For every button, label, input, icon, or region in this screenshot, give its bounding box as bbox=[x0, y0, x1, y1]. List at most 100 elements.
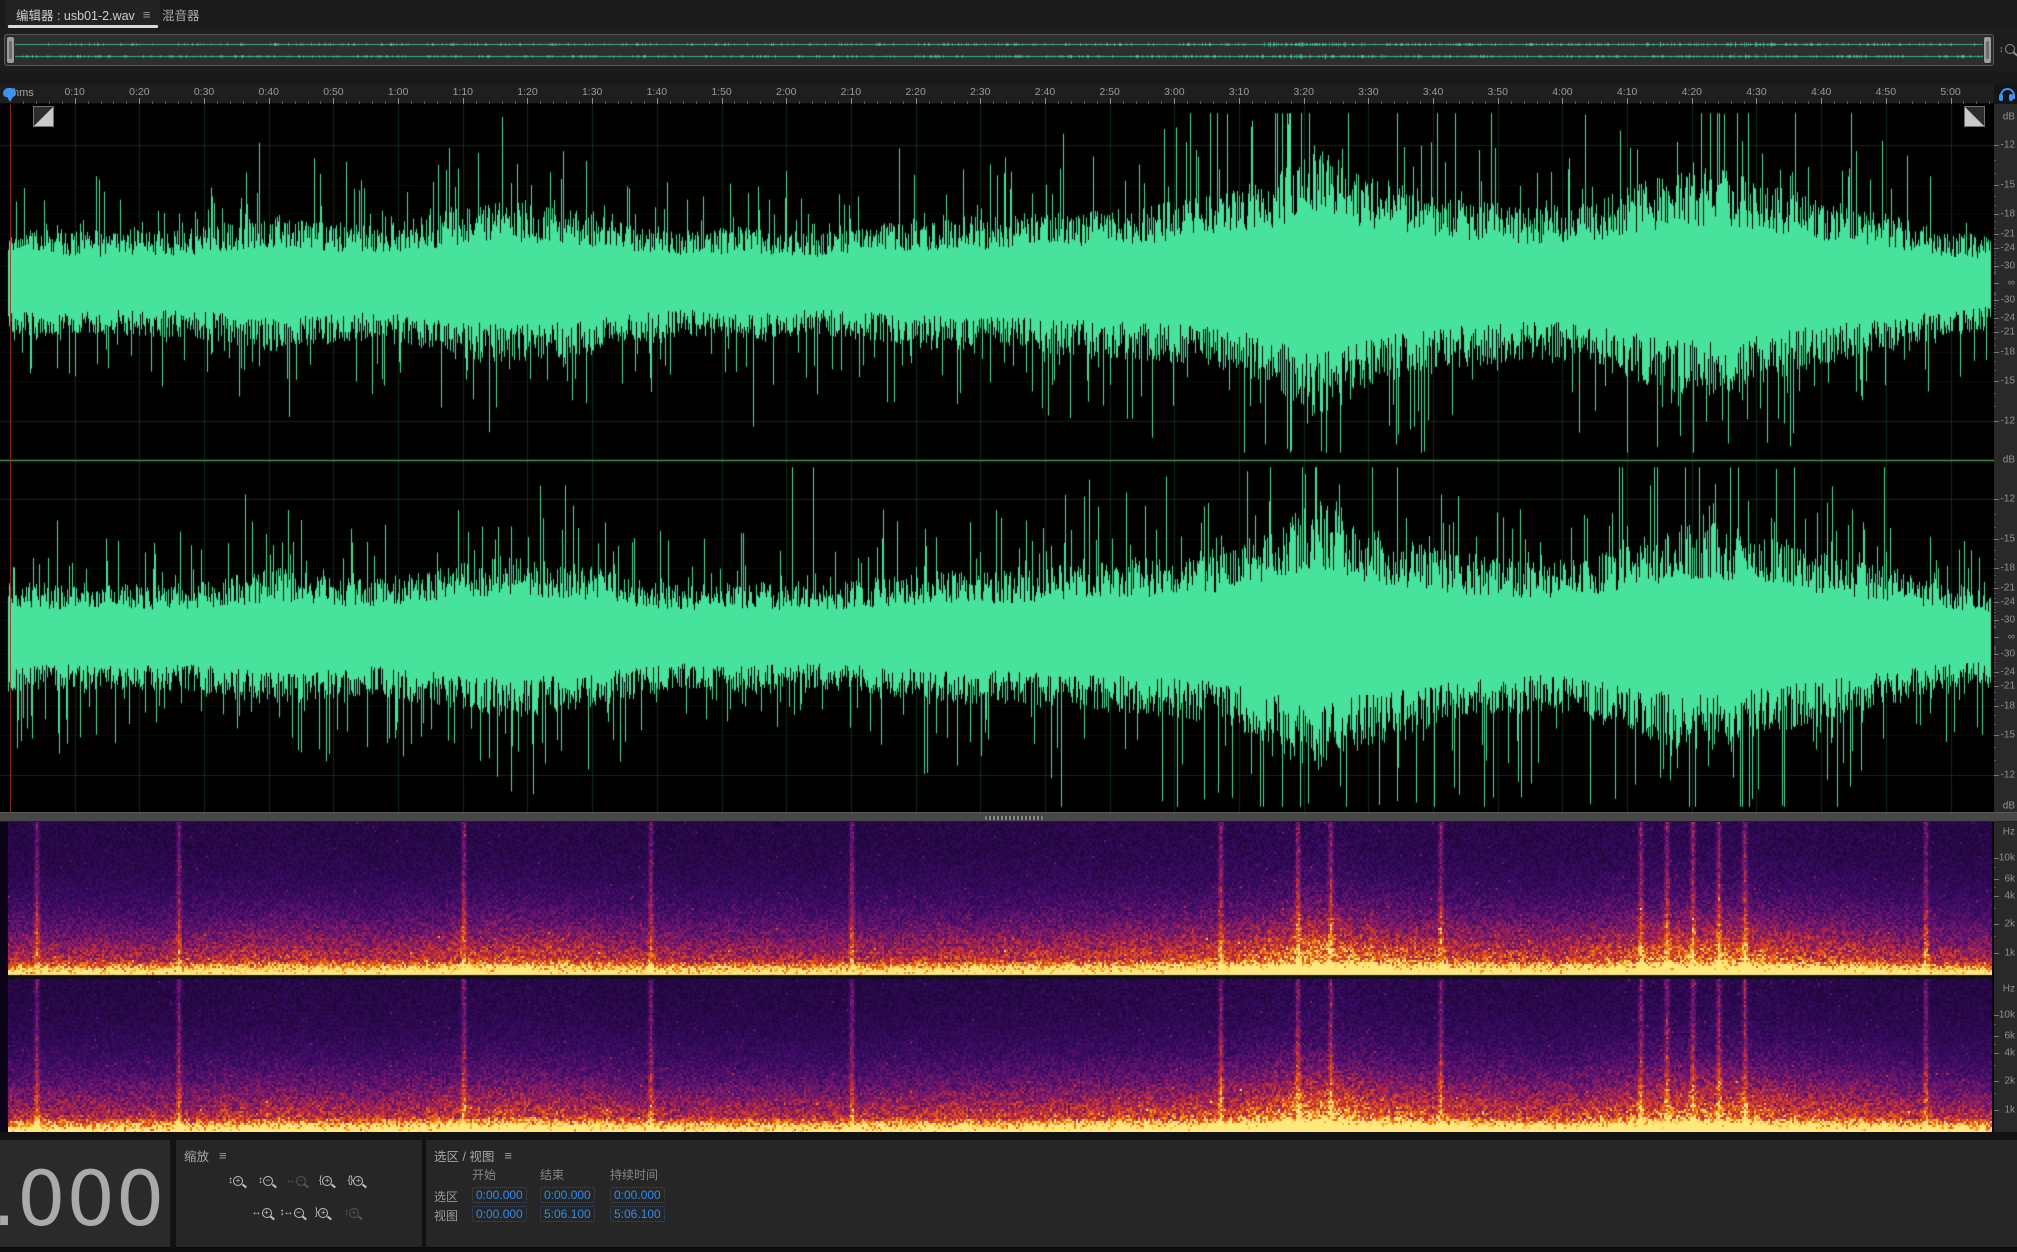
timeline-ruler[interactable]: hms 0:100:200:300:400:501:001:101:201:30… bbox=[0, 84, 1994, 104]
waveform-editor[interactable] bbox=[0, 104, 1994, 812]
db-scale-label: -30 bbox=[2001, 295, 2015, 306]
status-bar bbox=[0, 1248, 2017, 1252]
ruler-tick-label: 0:30 bbox=[194, 86, 214, 98]
tab-editor[interactable]: 编辑器 : usb01-2.wav ≡ bbox=[6, 0, 160, 28]
hz-scale-tick bbox=[1994, 867, 1996, 868]
db-scale-tick bbox=[1994, 593, 1996, 594]
db-scale-tick bbox=[1994, 681, 1996, 682]
splitter-grip[interactable] bbox=[985, 816, 1043, 820]
db-scale-tick bbox=[1994, 499, 1999, 500]
navigator-zoom-icon[interactable]: ↕ bbox=[1999, 40, 2015, 58]
ruler-tick-label: 3:30 bbox=[1358, 86, 1378, 98]
magnifier-icon: − bbox=[296, 1176, 306, 1186]
view-splitter[interactable] bbox=[0, 812, 2017, 822]
db-scale-label: -15 bbox=[2001, 375, 2015, 386]
db-scale-tick bbox=[1994, 550, 1996, 551]
db-scale-tick bbox=[1994, 568, 1999, 569]
ruler-tick-label: 5:00 bbox=[1940, 86, 1960, 98]
db-scale-tick bbox=[1994, 292, 1996, 293]
zoom-to-selection-button[interactable]: {}+ bbox=[342, 1168, 369, 1193]
amplitude-db-scale[interactable]: dBdBdB∞-12-12-15-15-18-18-21-21-24-24-30… bbox=[1994, 104, 2017, 812]
time-value-field[interactable]: 0:00.000 bbox=[472, 1206, 527, 1222]
spectrogram-view[interactable] bbox=[0, 822, 1994, 1132]
db-scale-tick bbox=[1994, 228, 1996, 229]
zoom-in-amplitude-button[interactable]: ↕+ bbox=[222, 1168, 249, 1193]
hz-unit-label: Hz bbox=[2003, 827, 2015, 838]
db-scale-tick bbox=[1994, 609, 1996, 610]
layout-corner-toggle-left-icon[interactable] bbox=[33, 106, 54, 127]
hz-scale-label: 4k bbox=[2004, 1047, 2015, 1058]
navigator-range-bar[interactable] bbox=[4, 34, 1994, 66]
db-scale-label: -18 bbox=[2001, 701, 2015, 712]
layout-corner-toggle-right-icon[interactable] bbox=[1964, 106, 1985, 127]
ruler-tick-label: 3:10 bbox=[1229, 86, 1249, 98]
hz-scale-tick bbox=[1994, 908, 1996, 909]
frequency-hz-scale[interactable]: Hz10k6k4k2k1kHz10k6k4k2k1k bbox=[1994, 822, 2017, 1132]
hz-scale-tick bbox=[1994, 1065, 1996, 1066]
zoom-full-amplitude-button: ↕+ bbox=[338, 1200, 365, 1225]
zoom-reset-button[interactable]: ↕↔− bbox=[278, 1200, 305, 1225]
db-scale-tick bbox=[1994, 406, 1996, 407]
db-scale-tick bbox=[1994, 214, 1999, 215]
db-scale-tick bbox=[1994, 258, 1996, 259]
db-scale-tick bbox=[1994, 668, 1996, 669]
playhead-time-readout[interactable]: .000 bbox=[0, 1154, 165, 1243]
time-value-field[interactable]: 5:06.100 bbox=[540, 1206, 595, 1222]
db-scale-tick bbox=[1994, 735, 1999, 736]
time-value-field[interactable]: 0:00.000 bbox=[540, 1187, 595, 1203]
navigator-left-handle[interactable] bbox=[6, 36, 15, 64]
db-scale-label: -24 bbox=[2001, 666, 2015, 677]
zoom-in-at-in-point-button[interactable]: {+ bbox=[312, 1168, 339, 1193]
db-scale-label: -18 bbox=[2001, 347, 2015, 358]
db-scale-tick bbox=[1994, 672, 1999, 673]
ruler-tick-label: 1:20 bbox=[517, 86, 537, 98]
db-scale-tick bbox=[1994, 615, 1996, 616]
ruler-tick-label: 1:10 bbox=[453, 86, 473, 98]
db-unit-label: dB bbox=[2003, 801, 2015, 812]
ruler-tick-label: 0:40 bbox=[259, 86, 279, 98]
navigator-right-handle[interactable] bbox=[1983, 36, 1992, 64]
db-scale-label: -15 bbox=[2001, 180, 2015, 191]
db-scale-tick bbox=[1994, 263, 1996, 264]
ruler-tick-label: 2:30 bbox=[970, 86, 990, 98]
db-scale-tick bbox=[1994, 332, 1999, 333]
db-scale-tick bbox=[1994, 145, 1999, 146]
ruler-tick-label: 4:10 bbox=[1617, 86, 1637, 98]
time-value-field[interactable]: 0:00.000 bbox=[472, 1187, 527, 1203]
db-scale-tick bbox=[1994, 654, 1999, 655]
monitor-box[interactable] bbox=[1994, 84, 2017, 104]
zoom-in-at-out-point-button[interactable]: }+ bbox=[308, 1200, 335, 1225]
db-scale-label: -24 bbox=[2001, 312, 2015, 323]
db-scale-tick bbox=[1994, 294, 1996, 295]
db-scale-tick bbox=[1994, 221, 1996, 222]
audition-window: 编辑器 : usb01-2.wav ≡ 混音器 ↕ hms 0:100:200:… bbox=[0, 0, 2017, 1252]
time-value-field[interactable]: 0:00.000 bbox=[610, 1187, 665, 1203]
db-scale-tick bbox=[1994, 699, 1996, 700]
db-scale-tick bbox=[1994, 393, 1996, 394]
tab-mixer[interactable]: 混音器 bbox=[150, 0, 212, 28]
zoom-panel-menu-icon[interactable]: ≡ bbox=[219, 1149, 227, 1162]
db-scale-tick bbox=[1994, 261, 1996, 262]
db-scale-label: -30 bbox=[2001, 649, 2015, 660]
spectrogram-display[interactable] bbox=[8, 822, 1992, 1132]
ruler-tick-label: 1:50 bbox=[711, 86, 731, 98]
time-value-field[interactable]: 5:06.100 bbox=[610, 1206, 665, 1222]
ruler-tick-label: 3:00 bbox=[1164, 86, 1184, 98]
db-scale-tick bbox=[1994, 665, 1996, 666]
playhead-marker[interactable] bbox=[3, 88, 16, 97]
tab-editor-label: 编辑器 : usb01-2.wav bbox=[16, 5, 135, 24]
ruler-tick-label: 1:40 bbox=[647, 86, 667, 98]
selection-panel-title: 选区 / 视图 bbox=[434, 1146, 494, 1165]
selection-panel-menu-icon[interactable]: ≡ bbox=[504, 1149, 512, 1162]
hz-scale-tick bbox=[1994, 896, 1999, 897]
panel-tab-bar: 编辑器 : usb01-2.wav ≡ 混音器 bbox=[0, 0, 2017, 30]
waveform-display[interactable] bbox=[0, 104, 1994, 812]
db-unit-label: dB bbox=[2003, 455, 2015, 466]
playhead-line bbox=[10, 104, 11, 812]
zoom-out-amplitude-button[interactable]: ↕− bbox=[252, 1168, 279, 1193]
hz-scale-tick bbox=[1994, 858, 1999, 859]
db-scale-tick bbox=[1994, 305, 1996, 306]
active-tab-underline bbox=[8, 25, 158, 28]
db-scale-tick bbox=[1994, 649, 1996, 650]
zoom-in-time-button[interactable]: ↔+ bbox=[248, 1200, 275, 1225]
